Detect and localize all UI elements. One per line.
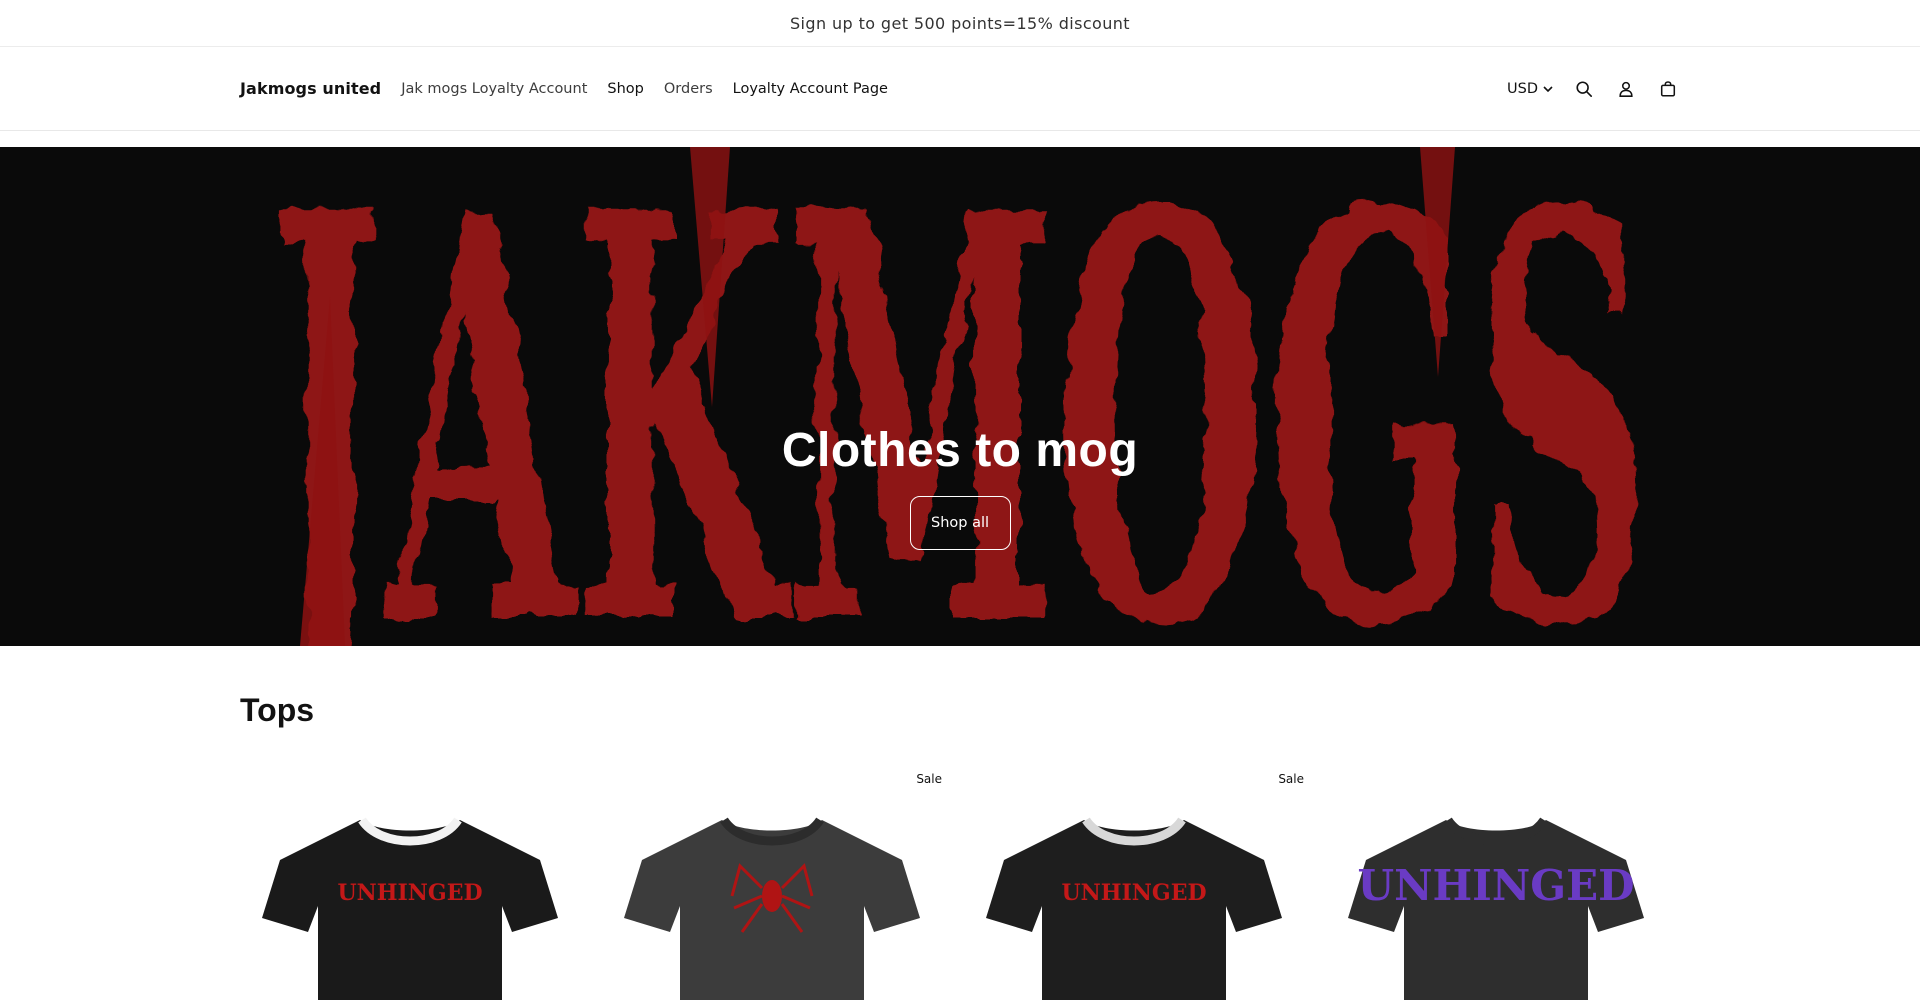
product-image: UNHINGED xyxy=(986,817,1282,1000)
product-image: UNHINGED xyxy=(1348,817,1644,1000)
search-button[interactable] xyxy=(1572,77,1596,101)
main-nav: Jak mogs Loyalty Account Shop Orders Loy… xyxy=(401,81,888,97)
cart-button[interactable] xyxy=(1656,77,1680,101)
search-icon xyxy=(1576,80,1593,97)
nav-link-loyalty-account[interactable]: Jak mogs Loyalty Account xyxy=(401,81,587,97)
nav-link-loyalty-page[interactable]: Loyalty Account Page xyxy=(733,81,888,97)
product-image: UNHINGED xyxy=(262,817,558,1000)
nav-link-orders[interactable]: Orders xyxy=(664,81,713,97)
collection-title: Tops xyxy=(240,692,315,728)
hero-content: Clothes to mog Shop all xyxy=(0,147,1920,646)
hero-banner: JAKMOGS Clothes to mog Shop all xyxy=(0,147,1920,646)
site-header: Jakmogs united Jak mogs Loyalty Account … xyxy=(0,47,1920,131)
currency-selector[interactable]: USD xyxy=(1507,81,1554,97)
account-icon xyxy=(1619,81,1633,97)
tshirt-shape xyxy=(1348,820,1644,1000)
chevron-down-icon xyxy=(1543,85,1553,92)
announcement-text: Sign up to get 500 points=15% discount xyxy=(790,13,1130,33)
announcement-bar: Sign up to get 500 points=15% discount xyxy=(0,0,1920,47)
nav-link-shop[interactable]: Shop xyxy=(607,81,643,97)
tshirt-print: UNHINGED xyxy=(337,880,482,906)
currency-label: USD xyxy=(1507,80,1538,97)
product-card[interactable]: Sale UNHINGED xyxy=(964,760,1304,1000)
shop-all-button[interactable]: Shop all xyxy=(909,496,1011,550)
sale-badge: Sale xyxy=(916,772,942,786)
account-button[interactable] xyxy=(1614,77,1638,101)
store-logo[interactable]: Jakmogs united xyxy=(240,79,381,98)
tshirt-shape xyxy=(262,820,558,1000)
sale-badge: Sale xyxy=(1278,772,1304,786)
tshirt-print: UNHINGED xyxy=(1357,861,1634,910)
product-card[interactable]: Sale xyxy=(602,760,942,1000)
tshirt-print: UNHINGED xyxy=(1061,880,1206,906)
product-grid: UNHINGED Sale Sale UNHINGED UNHINGED xyxy=(240,760,1680,1000)
product-card[interactable]: UNHINGED xyxy=(240,760,580,1000)
cart-icon xyxy=(1660,80,1676,97)
hero-title: Clothes to mog xyxy=(781,424,1139,477)
product-image xyxy=(624,817,920,1000)
header-actions: USD xyxy=(1507,77,1680,101)
product-card[interactable]: UNHINGED xyxy=(1326,760,1666,1000)
tshirt-shape xyxy=(986,820,1282,1000)
